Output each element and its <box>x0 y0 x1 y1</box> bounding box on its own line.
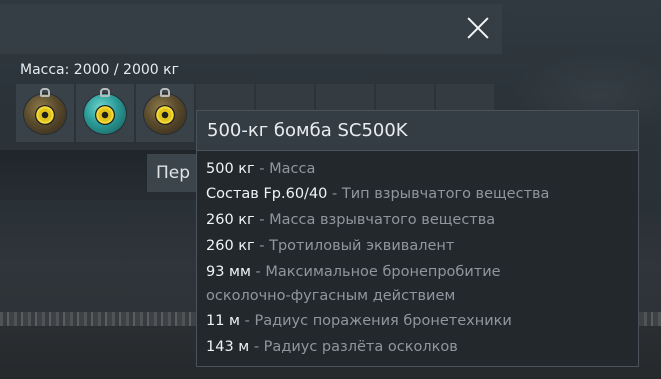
bomb-icon <box>84 88 126 136</box>
stat-armor-radius: 11 м - Радиус поражения бронетехники <box>206 313 512 329</box>
stat-mass: 500 кг - Масса <box>206 161 316 177</box>
weapon-slot-1[interactable] <box>16 84 74 142</box>
stat-penetration: 93 мм - Максимальное бронепробитие <box>206 264 501 280</box>
mass-label: Масса: 2000 / 2000 кг <box>20 62 179 78</box>
weapon-slot-3[interactable] <box>136 84 194 142</box>
stat-explosive-type: Состав Fp.60/40 - Тип взрывчатого вещест… <box>206 186 550 202</box>
stat-tnt-equivalent: 260 кг - Тротиловый эквивалент <box>206 238 455 254</box>
stat-penetration-cont: осколочно-фугасным действием <box>206 288 456 304</box>
bomb-icon <box>144 88 186 136</box>
stat-explosive-mass: 260 кг - Масса взрывчатого вещества <box>206 212 496 228</box>
bomb-icon <box>24 88 66 136</box>
stat-fragment-radius: 143 м - Радиус разлёта осколков <box>206 339 458 355</box>
weapon-tooltip: 500-кг бомба SC500K 500 кг - Масса Соста… <box>196 110 639 367</box>
close-icon[interactable] <box>460 10 496 46</box>
tooltip-title: 500-кг бомба SC500K <box>197 111 638 151</box>
dialog-header <box>0 4 502 54</box>
weapon-slot-2[interactable] <box>76 84 134 142</box>
